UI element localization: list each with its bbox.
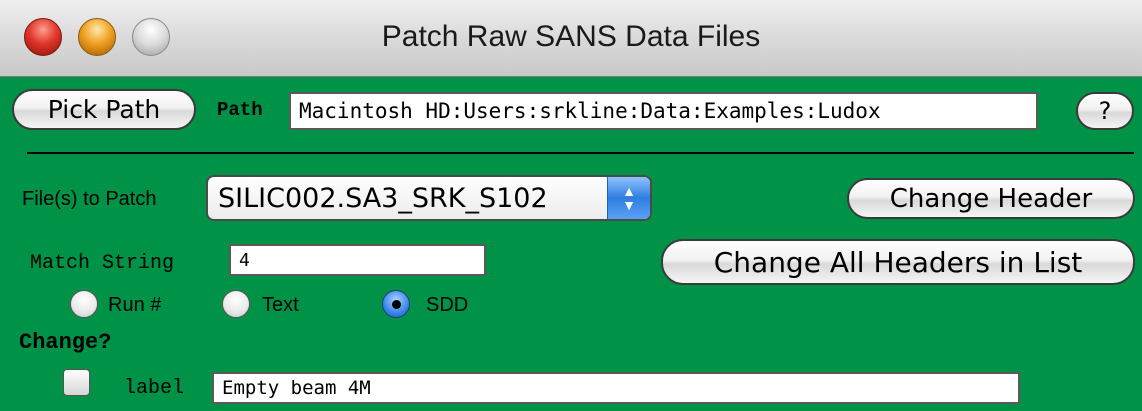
pick-path-button[interactable]: Pick Path	[12, 89, 196, 130]
files-popup-value: SILIC002.SA3_SRK_S102	[218, 183, 548, 214]
patch-window: Patch Raw SANS Data Files Pick Path Path…	[0, 0, 1142, 411]
popup-arrows-icon: ▲ ▼	[607, 177, 650, 219]
run-radio-label: Run #	[108, 294, 162, 316]
sdd-radio[interactable]	[382, 290, 410, 318]
change-header-button[interactable]: Change Header	[847, 178, 1135, 219]
run-radio[interactable]	[70, 290, 98, 318]
change-heading: Change?	[19, 330, 112, 355]
label-field[interactable]: Empty beam 4M	[212, 372, 1020, 404]
match-string-label: Match String	[30, 252, 175, 275]
help-button[interactable]: ?	[1076, 92, 1134, 130]
files-popup[interactable]: SILIC002.SA3_SRK_S102 ▲ ▼	[206, 175, 652, 221]
title-bar[interactable]: Patch Raw SANS Data Files	[0, 0, 1142, 77]
text-radio[interactable]	[222, 290, 250, 318]
change-all-headers-button[interactable]: Change All Headers in List	[661, 239, 1135, 285]
path-field[interactable]: Macintosh HD:Users:srkline:Data:Examples…	[289, 92, 1038, 130]
label-checkbox[interactable]	[63, 369, 90, 396]
window-title: Patch Raw SANS Data Files	[381, 20, 761, 53]
match-string-field[interactable]: 4	[229, 244, 486, 276]
sdd-radio-label: SDD	[426, 294, 469, 316]
label-caption: label	[124, 377, 185, 400]
files-label: File(s) to Patch	[22, 188, 157, 210]
path-label: Path	[217, 99, 263, 121]
text-radio-label: Text	[262, 294, 299, 316]
separator-line	[27, 152, 1134, 154]
